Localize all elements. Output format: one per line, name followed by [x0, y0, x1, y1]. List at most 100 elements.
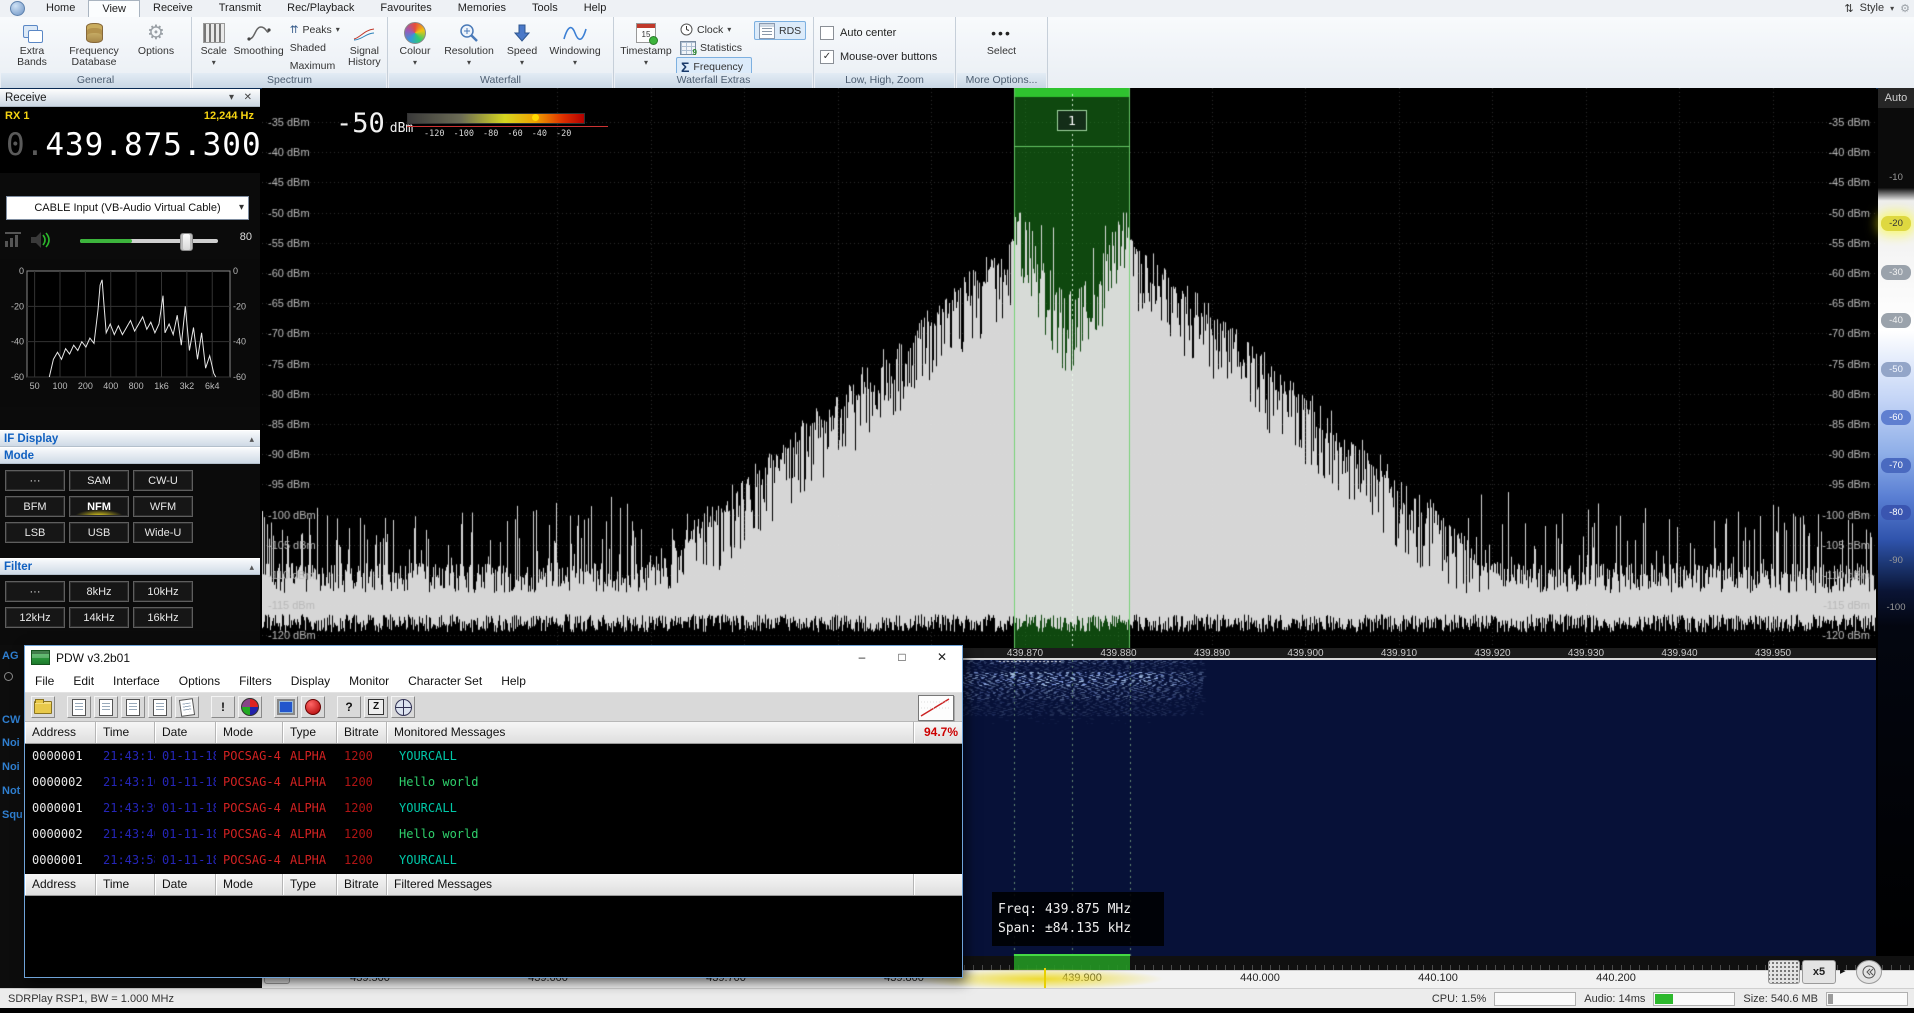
- pdw-menu-edit[interactable]: Edit: [73, 674, 94, 688]
- mode-filter-button-BFM[interactable]: BFM: [5, 496, 65, 517]
- volume-slider-thumb[interactable]: [180, 233, 193, 251]
- web-button[interactable]: [391, 696, 415, 718]
- pdw-maximize-button[interactable]: □: [882, 646, 922, 669]
- mode-filter-button-SAM[interactable]: SAM: [69, 470, 129, 491]
- pdw-menu-options[interactable]: Options: [179, 674, 220, 688]
- tuned-frequency-cursor[interactable]: [1044, 968, 1046, 988]
- mode-filter-button-WideU[interactable]: Wide-U: [133, 522, 193, 543]
- legend-marker-dot[interactable]: [532, 114, 539, 121]
- tab-rec-playback[interactable]: Rec/Playback: [274, 0, 367, 16]
- gain-tick--100[interactable]: -100: [1881, 600, 1911, 615]
- help-button[interactable]: ?: [337, 696, 361, 718]
- audio-device-select[interactable]: CABLE Input (VB-Audio Virtual Cable) ▾: [6, 196, 249, 220]
- rds-button[interactable]: RDS: [754, 21, 806, 40]
- gain-auto-label[interactable]: Auto: [1878, 88, 1914, 108]
- section-mode[interactable]: Mode: [0, 447, 260, 464]
- pdw-column-date[interactable]: Date: [155, 874, 216, 895]
- mode-filter-button-8kHz[interactable]: 8kHz: [69, 581, 129, 602]
- pdw-menu-display[interactable]: Display: [291, 674, 330, 688]
- speed-button[interactable]: Speed▾: [500, 19, 544, 68]
- filter-collapse-icon[interactable]: ▴: [249, 559, 254, 575]
- pdw-column-bitrate[interactable]: Bitrate: [337, 874, 387, 895]
- mode-filter-button-12kHz[interactable]: 12kHz: [5, 607, 65, 628]
- band-playback-button[interactable]: [1856, 960, 1882, 984]
- pdw-column-time[interactable]: Time: [96, 722, 155, 743]
- copy-button-2[interactable]: [94, 696, 118, 718]
- gain-tick--30[interactable]: -30: [1881, 265, 1911, 280]
- pdw-column-time[interactable]: Time: [96, 874, 155, 895]
- mode-filter-button-CWU[interactable]: CW-U: [133, 470, 193, 491]
- signal-history-button[interactable]: Signal History: [346, 19, 383, 68]
- tab-help[interactable]: Help: [571, 0, 620, 16]
- pdw-message-row[interactable]: 000000121:43:1401-11-18POCSAG-4ALPHA1200…: [25, 744, 962, 770]
- gain-tick--10[interactable]: -10: [1881, 170, 1911, 185]
- scale-button[interactable]: Scale▾: [196, 19, 232, 68]
- copy-button-1[interactable]: [67, 696, 91, 718]
- windowing-button[interactable]: Windowing▾: [546, 19, 604, 68]
- smoothing-button[interactable]: Smoothing: [234, 19, 284, 57]
- tab-receive[interactable]: Receive: [140, 0, 206, 16]
- alert-button[interactable]: !: [211, 696, 235, 718]
- mouse-over-buttons-checkbox[interactable]: ✓Mouse-over buttons: [814, 43, 955, 67]
- pdw-monitored-header[interactable]: AddressTimeDateModeTypeBitrateMonitored …: [25, 722, 962, 744]
- mode-filter-button-16kHz[interactable]: 16kHz: [133, 607, 193, 628]
- pdw-column-date[interactable]: Date: [155, 722, 216, 743]
- pdw-menu-help[interactable]: Help: [501, 674, 526, 688]
- tab-favourites[interactable]: Favourites: [367, 0, 444, 16]
- pdw-column-messages[interactable]: Monitored Messages: [387, 722, 914, 743]
- record-button[interactable]: [301, 696, 325, 718]
- pdw-message-list[interactable]: 000000121:43:1401-11-18POCSAG-4ALPHA1200…: [25, 744, 962, 874]
- pdw-column-messages[interactable]: Filtered Messages: [387, 874, 914, 895]
- pdw-column-mode[interactable]: Mode: [216, 722, 283, 743]
- pdw-message-row[interactable]: 000000221:43:4001-11-18POCSAG-4ALPHA1200…: [25, 822, 962, 848]
- gain-tick--80[interactable]: -80: [1881, 505, 1911, 520]
- gain-tick--20[interactable]: -20: [1881, 216, 1911, 231]
- pdw-message-row[interactable]: 000000221:43:1601-11-18POCSAG-4ALPHA1200…: [25, 770, 962, 796]
- copy-button-3[interactable]: [121, 696, 145, 718]
- monitor-button[interactable]: [274, 696, 298, 718]
- mode-filter-button-14kHz[interactable]: 14kHz: [69, 607, 129, 628]
- panel-close-icon[interactable]: ✕: [244, 89, 252, 107]
- mode-filter-button-LSB[interactable]: LSB: [5, 522, 65, 543]
- open-file-button[interactable]: [31, 696, 55, 718]
- extra-bands-button[interactable]: Extra Bands: [4, 19, 60, 68]
- spectrum-gain-slider[interactable]: Auto -10-20-30-40-50-60-70-80-90-100: [1878, 88, 1914, 956]
- gain-tick--60[interactable]: -60: [1881, 410, 1911, 425]
- timestamp-button[interactable]: 15 Timestamp▾: [618, 19, 674, 68]
- mode-filter-button-[interactable]: ···: [5, 581, 65, 602]
- pdw-menu-character-set[interactable]: Character Set: [408, 674, 482, 688]
- if-display-collapse-icon[interactable]: ▴: [249, 431, 254, 447]
- pdw-column-address[interactable]: Address: [25, 722, 96, 743]
- mode-filter-button-USB[interactable]: USB: [69, 522, 129, 543]
- frequency-display[interactable]: RX 1 12,244 Hz 0.439.875.300: [0, 107, 260, 173]
- style-dropdown-arrow[interactable]: ▾: [1890, 4, 1894, 13]
- pdw-message-row[interactable]: 000000121:43:3901-11-18POCSAG-4ALPHA1200…: [25, 796, 962, 822]
- pdw-close-button[interactable]: ✕: [922, 646, 962, 669]
- mode-filter-button-10kHz[interactable]: 10kHz: [133, 581, 193, 602]
- panel-collapse-icon[interactable]: ▾: [229, 89, 234, 107]
- rf-spectrum-plot[interactable]: [262, 88, 1876, 648]
- pdw-menu-interface[interactable]: Interface: [113, 674, 160, 688]
- app-menu-button[interactable]: [10, 1, 25, 16]
- pdw-message-row[interactable]: 000000121:43:5801-11-18POCSAG-4ALPHA1200…: [25, 848, 962, 874]
- gain-tick--70[interactable]: -70: [1881, 458, 1911, 473]
- tab-transmit[interactable]: Transmit: [206, 0, 274, 16]
- waterfall-colour-legend[interactable]: [407, 113, 585, 124]
- print-button[interactable]: [175, 696, 199, 718]
- mode-filter-button-NFM[interactable]: NFM: [69, 496, 129, 517]
- style-button[interactable]: Style: [1860, 2, 1884, 14]
- shaded-button[interactable]: Shaded: [286, 39, 344, 56]
- maximum-button[interactable]: Maximum: [286, 57, 344, 74]
- band-keyboard-button[interactable]: [1768, 960, 1800, 984]
- radio-button-icon[interactable]: [4, 672, 13, 681]
- pdw-filtered-header[interactable]: AddressTimeDateModeTypeBitrateFiltered M…: [25, 874, 962, 896]
- pdw-column-address[interactable]: Address: [25, 874, 96, 895]
- pdw-filtered-list[interactable]: [25, 896, 962, 977]
- pdw-column-type[interactable]: Type: [283, 874, 337, 895]
- charset-button[interactable]: Z: [364, 696, 388, 718]
- pdw-title-bar[interactable]: PDW v3.2b01 – □ ✕: [25, 646, 962, 669]
- options-button[interactable]: ⚙ Options: [128, 19, 184, 57]
- gain-tick--90[interactable]: -90: [1881, 553, 1911, 568]
- resolution-button[interactable]: Resolution▾: [440, 19, 498, 68]
- colour-button[interactable]: Colour▾: [392, 19, 438, 68]
